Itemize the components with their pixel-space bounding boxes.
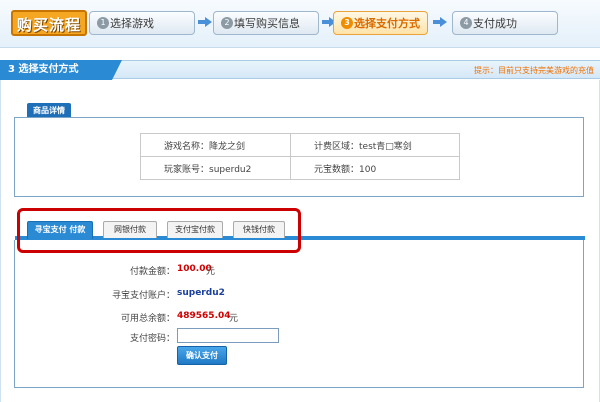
section-title: 3 选择支付方式: [0, 60, 122, 80]
product-details-table: 游戏名称：降龙之剑 计费区域：test青□寒剑 玩家账号：superdu2 元宝…: [140, 133, 460, 180]
balance-label: 可用总余额：: [120, 314, 175, 324]
billing-region-label: 计费区域：: [314, 141, 360, 152]
pay-account-label: 寻宝支付账户：: [111, 291, 175, 301]
payment-password-input[interactable]: [177, 328, 279, 343]
product-details-legend: 商品详情: [27, 103, 71, 118]
step-select-payment: 3 选择支付方式: [333, 11, 428, 35]
balance-unit: 元: [229, 314, 239, 324]
arrow-right-icon: [198, 17, 212, 27]
ingot-amount-cell: 元宝数额：100: [290, 156, 460, 180]
purchase-flow-logo: 购买流程: [11, 10, 88, 36]
amount-unit: 元: [206, 267, 216, 277]
player-account-cell: 玩家账号：superdu2: [140, 156, 291, 180]
section-header: 3 选择支付方式 提示：目前只支持完美游戏的充值: [0, 60, 600, 80]
player-account-value: superdu2: [209, 164, 252, 175]
step-payment-success: 4 支付成功: [452, 11, 558, 35]
step-label: 选择游戏: [110, 17, 154, 30]
player-account-label: 玩家账号：: [164, 164, 210, 175]
step-label: 选择支付方式: [354, 17, 420, 30]
game-name-label: 游戏名称：: [164, 141, 210, 152]
step-label: 支付成功: [473, 17, 517, 30]
game-name-value: 降龙之剑: [209, 141, 246, 152]
password-label: 支付密码：: [129, 334, 175, 344]
hint-text: 提示：目前只支持完美游戏的充值: [474, 66, 594, 75]
step-number: 2: [221, 17, 233, 29]
table-row: 玩家账号：superdu2 元宝数额：100: [140, 156, 460, 180]
table-row: 游戏名称：降龙之剑 计费区域：test青□寒剑: [140, 133, 460, 157]
ingot-amount-label: 元宝数额：: [314, 164, 360, 175]
step-number: 1: [97, 17, 109, 29]
pay-account-value: superdu2: [177, 288, 225, 298]
billing-region-cell: 计费区域：test青□寒剑: [290, 133, 460, 157]
step-number: 3: [341, 17, 353, 29]
billing-region-value: test青□寒剑: [359, 141, 412, 152]
arrow-right-icon: [433, 17, 447, 27]
purchase-step-bar: 购买流程 1 选择游戏 2 填写购买信息 3 选择支付方式 4 支付成功: [0, 0, 600, 48]
ingot-amount-value: 100: [359, 164, 377, 175]
step-fill-info: 2 填写购买信息: [213, 11, 319, 35]
confirm-payment-button[interactable]: 确认支付: [177, 346, 227, 365]
step-label: 填写购买信息: [234, 17, 300, 30]
step-number: 4: [460, 17, 472, 29]
game-name-cell: 游戏名称：降龙之剑: [140, 133, 291, 157]
step-select-game: 1 选择游戏: [89, 11, 195, 35]
balance-value: 489565.04: [177, 311, 231, 321]
amount-label: 付款金额：: [129, 267, 175, 277]
